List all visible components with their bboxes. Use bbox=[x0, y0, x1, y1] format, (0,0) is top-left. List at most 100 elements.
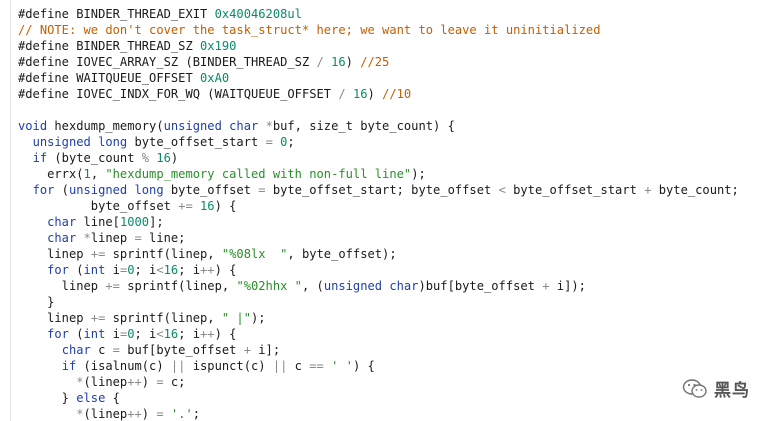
code-token: ) { bbox=[214, 263, 237, 277]
code-token: //25 bbox=[360, 55, 390, 69]
code-token: / bbox=[316, 55, 324, 69]
code-line: if (isalnum(c) || ispunct(c) || c == ' '… bbox=[18, 358, 739, 374]
code-token: unsigned long bbox=[32, 135, 128, 149]
code-token: " |" bbox=[221, 311, 251, 325]
code-token: % bbox=[141, 151, 150, 165]
code-token: * bbox=[76, 375, 84, 389]
code-editor[interactable]: #define BINDER_THREAD_EXIT 0x40046208ul /… bbox=[0, 0, 769, 421]
code-token: byte_offset bbox=[163, 183, 259, 197]
code-token: if bbox=[32, 151, 48, 165]
code-token: i]; bbox=[251, 343, 281, 357]
code-line: byte_offset += 16) { bbox=[18, 198, 739, 214]
code-token: || bbox=[272, 359, 288, 373]
gutter-divider bbox=[10, 0, 11, 421]
code-line: linep += sprintf(linep, "%08lx ", byte_o… bbox=[18, 246, 739, 262]
code-token: line; bbox=[141, 231, 186, 245]
code-token: )buf[byte_offset bbox=[418, 279, 543, 293]
code-token: ++ bbox=[127, 375, 142, 389]
code-token: ) { bbox=[214, 199, 237, 213]
code-line: #define IOVEC_INDX_FOR_WQ (WAITQUEUE_OFF… bbox=[18, 86, 739, 102]
code-token: { bbox=[105, 391, 120, 405]
code-token: byte_count; bbox=[651, 183, 739, 197]
code-token: i bbox=[105, 327, 120, 341]
code-token: ++ bbox=[127, 407, 142, 421]
code-line: #define BINDER_THREAD_SZ 0x190 bbox=[18, 38, 739, 54]
code-token: ( bbox=[54, 183, 69, 197]
code-token: * bbox=[83, 231, 91, 245]
code-token: ; i bbox=[178, 327, 201, 341]
code-token: 16 bbox=[156, 151, 171, 165]
code-line: void hexdump_memory(unsigned char *buf, … bbox=[18, 118, 739, 134]
code-token: } bbox=[18, 391, 77, 405]
wechat-icon bbox=[682, 378, 707, 398]
code-token: || bbox=[170, 359, 186, 373]
code-token: = bbox=[156, 375, 164, 389]
code-token: ; bbox=[287, 135, 295, 149]
code-token: unsigned char bbox=[163, 119, 259, 133]
code-token: ispunct(c) bbox=[185, 359, 273, 373]
code-token: #define IOVEC_INDX_FOR_WQ (WAITQUEUE_OFF… bbox=[18, 87, 339, 101]
code-token: ) { bbox=[214, 327, 237, 341]
code-token: 1 bbox=[83, 167, 91, 181]
code-token: char bbox=[47, 215, 77, 229]
code-line: } else { bbox=[18, 390, 739, 406]
code-token: + bbox=[243, 343, 251, 357]
code-token: '.' bbox=[170, 407, 193, 421]
code-token: = bbox=[134, 231, 142, 245]
code-token: ) bbox=[170, 151, 179, 165]
code-token: (linep bbox=[83, 375, 128, 389]
code-token: ]; bbox=[149, 215, 164, 229]
code-token: 0 bbox=[127, 263, 135, 277]
code-line: } bbox=[18, 294, 739, 310]
code-token: += bbox=[90, 247, 106, 261]
code-token: for bbox=[47, 327, 69, 341]
code-token: linep bbox=[18, 279, 106, 293]
code-token: void bbox=[18, 119, 48, 133]
watermark-text: 黑鸟 bbox=[714, 381, 750, 401]
code-token: i bbox=[105, 263, 120, 277]
code-token: ++ bbox=[200, 327, 215, 341]
code-token: // NOTE: we don't cover the task_struct*… bbox=[18, 23, 601, 37]
code-token: += bbox=[105, 279, 120, 293]
code-token: += bbox=[178, 199, 193, 213]
code-token: 1000 bbox=[119, 215, 150, 229]
code-token: #define WAITQUEUE_OFFSET bbox=[18, 71, 201, 85]
code-token: ; i bbox=[134, 263, 157, 277]
code-token: = bbox=[265, 135, 273, 149]
code-token: ) bbox=[367, 87, 383, 101]
code-token: (byte_count bbox=[47, 151, 142, 165]
code-token: , byte_offset); bbox=[287, 247, 397, 261]
code-token: (linep bbox=[83, 407, 128, 421]
code-token: ( bbox=[68, 263, 84, 277]
code-token: sprintf(linep, bbox=[105, 247, 222, 261]
code-token: for bbox=[32, 183, 55, 197]
code-token: hexdump_memory( bbox=[47, 119, 164, 133]
code-line: char c = buf[byte_offset + i]; bbox=[18, 342, 739, 358]
code-token: char bbox=[61, 343, 91, 357]
code-token: #define BINDER_THREAD_EXIT bbox=[18, 7, 215, 21]
code-token: linep bbox=[18, 311, 91, 325]
code-line: for (int i=0; i<16; i++) { bbox=[18, 326, 739, 342]
code-token: 16 bbox=[163, 263, 179, 277]
code-line: linep += sprintf(linep, "%02hhx ", (unsi… bbox=[18, 278, 739, 294]
code-token: < bbox=[156, 327, 164, 341]
code-token: unsigned char bbox=[323, 279, 419, 293]
code-token: ; i bbox=[178, 263, 201, 277]
code-token: } bbox=[18, 295, 55, 309]
code-token: sprintf(linep, bbox=[105, 311, 222, 325]
code-token: int bbox=[83, 327, 106, 341]
code-line: errx(1, "hexdump_memory called with non-… bbox=[18, 166, 739, 182]
code-line: for (unsigned long byte_offset = byte_of… bbox=[18, 182, 739, 198]
code-line: *(linep++) = '.'; bbox=[18, 406, 739, 421]
code-token: unsigned long bbox=[68, 183, 164, 197]
code-token: ) bbox=[141, 407, 157, 421]
code-token: ); bbox=[411, 167, 426, 181]
